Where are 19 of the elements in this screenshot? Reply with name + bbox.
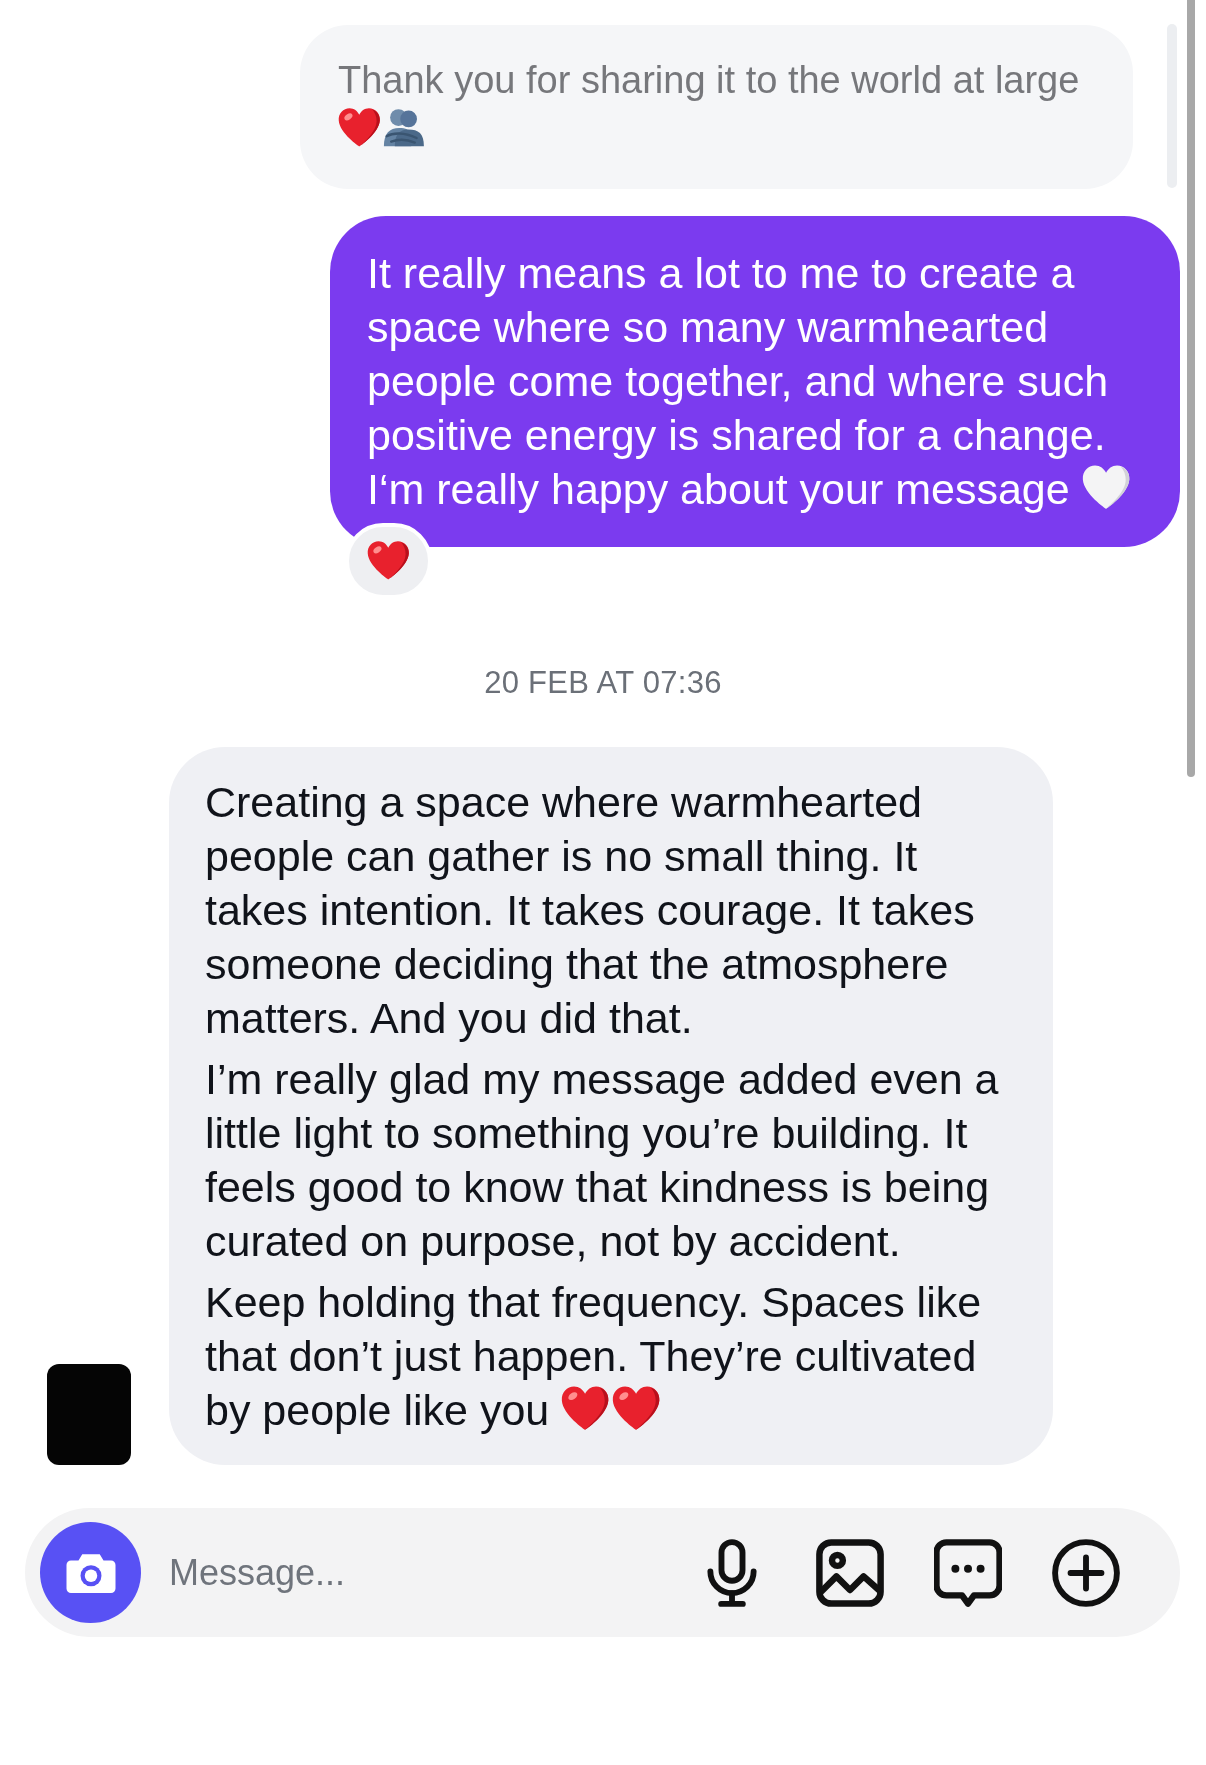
heart-icon [338, 107, 381, 149]
message-text: I‘m really happy about your message [367, 465, 1070, 513]
heart-icon [367, 540, 410, 582]
hugging-people-icon [382, 107, 425, 149]
heart-icon [1081, 463, 1130, 510]
message-text: by people like you [205, 1386, 550, 1434]
message-text: Creating a space where warmhearted people can gather is no small thing. It takes intention. It takes courage. It takes someone deciding that the atmosphere matters. And you did that. [205, 777, 976, 1044]
message-text: It really means a lot to me to create a space where so many warmhearted people come together, and where such positive energy is shared for a change. [367, 248, 1110, 461]
message-text: I’m really glad my message added even a little light to something you’re building. It feels good to know that kindness is being curated on purpose, not by accident. [205, 1054, 1000, 1267]
camera-button[interactable] [40, 1522, 141, 1623]
add-icon[interactable] [1052, 1538, 1120, 1607]
chat-bubble-icon[interactable] [934, 1538, 1002, 1607]
quoted-message-text: Thank you for sharing it to the world at large [338, 58, 1081, 103]
image-icon[interactable] [816, 1538, 884, 1607]
heart-icon [561, 1384, 610, 1431]
heart-icon [611, 1384, 661, 1431]
message-input[interactable]: Message... [169, 1547, 698, 1598]
scrollbar-thumb[interactable] [1187, 0, 1195, 777]
timestamp: 20 FEB AT 07:36 [484, 665, 722, 701]
